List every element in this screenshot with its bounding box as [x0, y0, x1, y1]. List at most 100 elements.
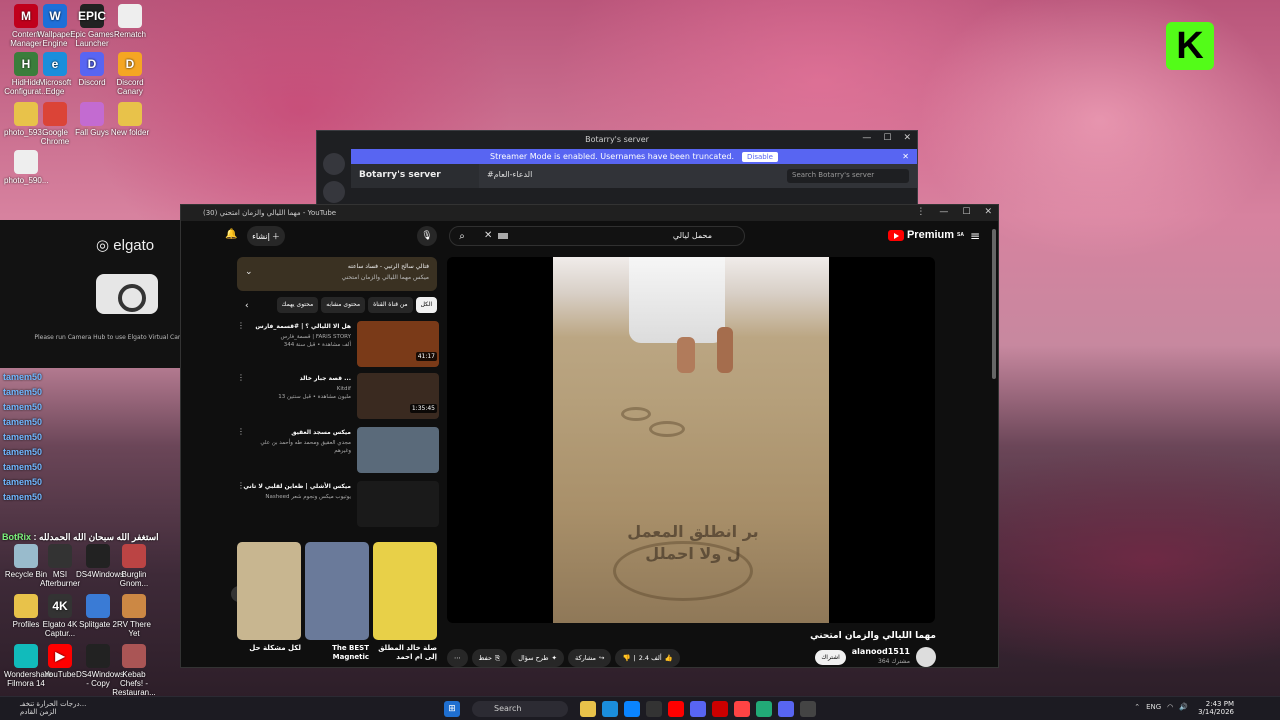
- scrollbar[interactable]: [992, 229, 996, 379]
- short-title[interactable]: The BEST Magnetic: [305, 644, 369, 662]
- pinned-app-icon[interactable]: [690, 701, 706, 717]
- desktop-icon[interactable]: RV There Yet: [112, 594, 156, 638]
- duration-badge: 41:17: [415, 352, 437, 361]
- pinned-app-icon[interactable]: [734, 701, 750, 717]
- search-icon[interactable]: ⌕: [449, 226, 475, 246]
- pinned-app-icon[interactable]: [800, 701, 816, 717]
- discord-home-icon[interactable]: [323, 153, 345, 175]
- window-title: (30) مهما الليالي والزمان امتحني - YouTu…: [203, 209, 337, 217]
- pinned-app-icon[interactable]: [668, 701, 684, 717]
- maximize-icon[interactable]: ☐: [962, 207, 970, 217]
- ask-button[interactable]: طرح سؤال ✦: [511, 649, 564, 667]
- desktop-icon[interactable]: New folder: [108, 102, 152, 137]
- recommendation-item[interactable]: ⋮ ميكس مسجد العقيق مجدي العقيق ومحمد طه وأ…: [237, 427, 439, 479]
- video-frame[interactable]: بر انطلق المعمل ل ولا احملل: [553, 257, 829, 623]
- video-title: مهما الليالي والزمان امتحني: [810, 631, 936, 641]
- discord-search-input[interactable]: Search Botarry's server: [787, 169, 909, 183]
- youtube-logo[interactable]: Premium SA: [887, 229, 964, 241]
- pinned-app-icon[interactable]: [580, 701, 596, 717]
- recommendation-item[interactable]: ⋮ 41:17 هل الا الليالي ؟ | #قسمة_فارس قسمة_…: [237, 321, 439, 373]
- keyboard-icon[interactable]: [498, 233, 508, 239]
- pinned-app-icon[interactable]: [602, 701, 618, 717]
- recommendation-title[interactable]: هل الا الليالي ؟ | #قسمة_فارس: [243, 323, 351, 331]
- video-thumbnail[interactable]: 1:35:45: [357, 373, 439, 419]
- menu-icon[interactable]: ≡: [970, 229, 980, 243]
- more-icon[interactable]: ⋮: [916, 207, 925, 217]
- close-icon[interactable]: ✕: [903, 133, 911, 143]
- app-icon: [122, 644, 146, 668]
- more-button[interactable]: ⋯: [447, 649, 468, 667]
- video-thumbnail[interactable]: [357, 427, 439, 473]
- pinned-app-icon[interactable]: [646, 701, 662, 717]
- pinned-app-icon[interactable]: [624, 701, 640, 717]
- stream-chat-overlay: tamem50 tamem50 tamem50 tamem50 tamem50 tamem…: [0, 370, 178, 530]
- app-icon: e: [43, 52, 67, 76]
- app-icon: D: [118, 52, 142, 76]
- maximize-icon[interactable]: ☐: [883, 133, 891, 143]
- short-title[interactable]: صلة خالد المطلق إلى ام احمد: [373, 644, 437, 662]
- close-icon[interactable]: ✕: [984, 207, 992, 217]
- filter-chip[interactable]: من قناة القناة: [368, 297, 413, 313]
- playlist-subtitle: ميكس مهما الليالي والزمان امتحني: [341, 274, 429, 281]
- video-player[interactable]: بر انطلق المعمل ل ولا احملل: [447, 257, 935, 623]
- desktop-icon[interactable]: Burglin Gnom...: [112, 544, 156, 588]
- filter-chip[interactable]: محتوى مشابه: [321, 297, 366, 313]
- channel-name[interactable]: alanood1511: [852, 647, 910, 656]
- clock[interactable]: 2:43 PM 3/14/2026: [1198, 700, 1234, 716]
- discord-server-icon[interactable]: [323, 181, 345, 203]
- search-input[interactable]: محمل ليالي ✕: [449, 226, 745, 246]
- pinned-app-icon[interactable]: [778, 701, 794, 717]
- create-button[interactable]: إنشاء ＋: [247, 226, 285, 246]
- filter-chip[interactable]: الكل: [415, 297, 437, 313]
- chat-username: tamem50: [3, 402, 43, 412]
- chevron-down-icon[interactable]: ⌄: [245, 267, 253, 277]
- channel-info: اشتراك alanood1511 364 مشترك: [815, 647, 936, 667]
- recommendation-item[interactable]: ⋮ 1:35:45 قصة جبار خالد ... Kitdif 13 مليون…: [237, 373, 439, 425]
- close-icon[interactable]: ✕: [902, 152, 909, 161]
- chat-username: tamem50: [3, 372, 43, 382]
- video-caption: بر انطلق المعمل ل ولا احملل: [627, 522, 759, 563]
- desktop-icon[interactable]: D Discord Canary: [108, 52, 152, 96]
- app-icon: [14, 150, 38, 174]
- recommendation-item[interactable]: ⋮ ميكس الأشلي | ظعاين لقلبي لا تاني Nashee…: [237, 481, 439, 533]
- like-dislike-button[interactable]: 👎 | 2.4 ألف 👍: [615, 649, 680, 667]
- video-thumbnail[interactable]: 41:17: [357, 321, 439, 367]
- wifi-icon[interactable]: ◠: [1167, 703, 1173, 711]
- volume-icon[interactable]: 🔊: [1179, 703, 1188, 711]
- minimize-icon[interactable]: —: [862, 133, 871, 143]
- weather-widget[interactable]: درجات الحرارة تنخفـ... الزمن القادم: [20, 700, 86, 716]
- save-button[interactable]: حفظ ⎘: [471, 649, 508, 667]
- short-thumbnail[interactable]: [237, 542, 301, 640]
- recommendation-meta: Nasheed يوتيوب ميكس ونجوم شعر: [265, 494, 351, 500]
- server-name[interactable]: Botarry's server: [351, 164, 479, 188]
- desktop-icon[interactable]: photo_590...: [4, 150, 48, 185]
- taskbar-search[interactable]: Search: [472, 701, 568, 717]
- mic-icon[interactable]: 🎙: [417, 226, 437, 246]
- subscribe-button[interactable]: اشتراك: [815, 649, 846, 665]
- discord-title: Botarry's server: [585, 134, 649, 144]
- short-thumbnail[interactable]: [373, 542, 437, 640]
- chat-username: tamem50: [3, 432, 43, 442]
- short-title[interactable]: لكل مشكلة حل: [237, 644, 301, 653]
- recommendation-title[interactable]: ميكس الأشلي | ظعاين لقلبي لا تاني: [243, 483, 351, 491]
- minimize-icon[interactable]: —: [939, 207, 948, 217]
- filter-chip[interactable]: محتوى يهمك: [276, 297, 319, 313]
- recommendation-title[interactable]: ميكس مسجد العقيق: [243, 429, 351, 437]
- chevron-up-icon[interactable]: ⌃: [1134, 703, 1140, 711]
- video-thumbnail[interactable]: [357, 481, 439, 527]
- disable-button[interactable]: Disable: [742, 151, 778, 162]
- pinned-app-icon[interactable]: [712, 701, 728, 717]
- desktop-icon[interactable]: Kebab Chefs! - Restauran...: [112, 644, 156, 697]
- avatar[interactable]: [916, 647, 936, 667]
- clear-icon[interactable]: ✕: [484, 230, 492, 241]
- recommendation-title[interactable]: قصة جبار خالد ...: [243, 375, 351, 383]
- language-indicator[interactable]: ENG: [1146, 703, 1161, 711]
- share-button[interactable]: مشاركة ↪: [568, 649, 612, 667]
- notifications-icon[interactable]: 🔔: [225, 229, 237, 240]
- pinned-app-icon[interactable]: [756, 701, 772, 717]
- desktop-icon-label: photo_590...: [4, 176, 49, 185]
- start-icon[interactable]: ⊞: [444, 701, 460, 717]
- desktop-icon[interactable]: Rematch: [108, 4, 152, 39]
- short-thumbnail[interactable]: [305, 542, 369, 640]
- playlist-card[interactable]: ⌄ فتالي سالح الرتبي - فساد ساعته ميكس مه…: [237, 257, 437, 291]
